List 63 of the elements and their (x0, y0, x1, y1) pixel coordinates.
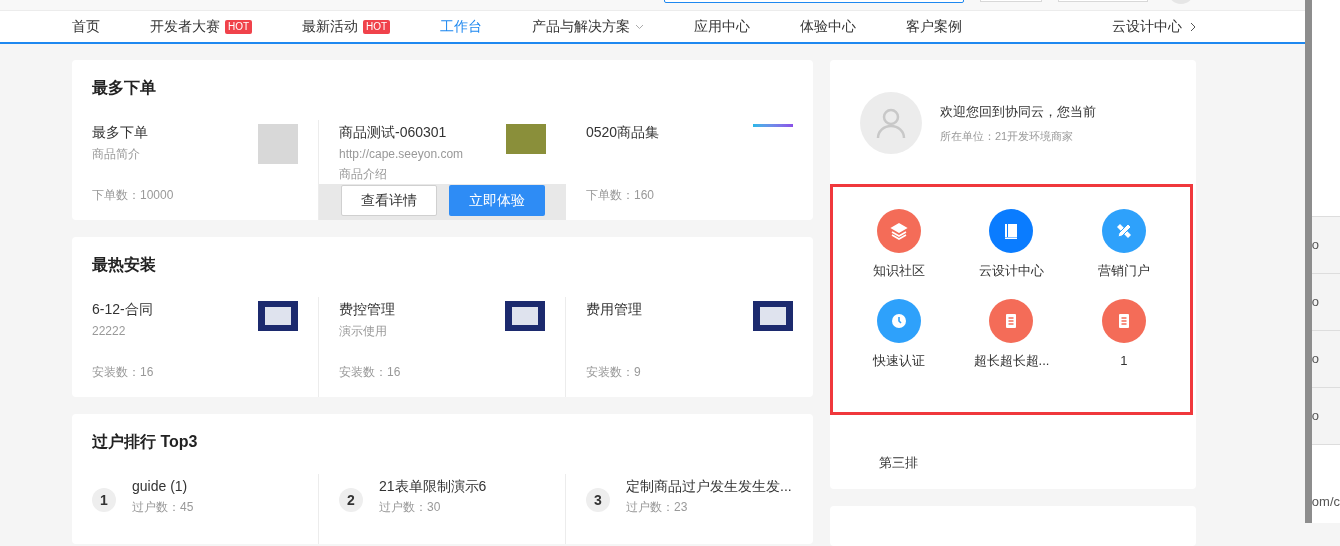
nav-link[interactable]: 应用中心 (694, 16, 751, 38)
item-count: 过户数：30 (379, 499, 442, 516)
quick-link[interactable]: 知识社区 (843, 209, 956, 281)
nav-link[interactable]: 工作台 (440, 16, 483, 38)
section-title: 过户排行 Top3 (91, 432, 199, 452)
item-url: http://cape.seeyon.com (339, 146, 465, 162)
hot-badge: HOT (363, 19, 391, 34)
quick-link[interactable]: 快速认证 (843, 298, 956, 370)
row-text: o (1311, 388, 1340, 445)
banner-thumbnail (753, 124, 793, 127)
layers-icon (889, 221, 910, 241)
item-title[interactable]: 21表单限制演示6 (379, 476, 545, 496)
item-title[interactable]: 定制商品过户发生发生发... (626, 476, 793, 496)
quick-link[interactable]: 云设计中心 (955, 209, 1068, 281)
item-count: 安装数：16 (339, 364, 402, 381)
nav-link[interactable]: 产品与解决方案 (532, 16, 645, 38)
nav-link[interactable]: 最新活动 HOT (302, 16, 391, 38)
item-title[interactable]: 商品测试-060301 (339, 122, 506, 142)
rank-number: 2 (339, 488, 363, 512)
section-title: 最多下单 (91, 78, 157, 98)
row-label: 第三排 (878, 454, 919, 472)
screenshot-thumbnail (505, 301, 545, 331)
item-count: 过户数：23 (626, 499, 689, 516)
rank-number: 3 (586, 488, 610, 512)
chevron-right-icon (1190, 21, 1196, 32)
item-count: 安装数：9 (586, 364, 642, 381)
row-text: o (1311, 331, 1340, 388)
item-description: 商品介绍 (339, 166, 388, 182)
rank-number: 1 (92, 488, 116, 512)
hot-badge: HOT (225, 19, 253, 34)
chevron-down-icon (635, 23, 645, 30)
item-count: 安装数：16 (92, 364, 155, 381)
nav-link[interactable]: 体验中心 (800, 16, 857, 38)
screenshot-thumbnail (258, 301, 298, 331)
row-text: o (1311, 217, 1340, 274)
item-title[interactable]: 6-12-合同 (92, 299, 258, 319)
nav-link[interactable]: 开发者大赛 HOT (150, 16, 253, 38)
quick-link[interactable]: 1 (1067, 298, 1180, 370)
item-count: 下单数：160 (586, 187, 656, 204)
screenshot-thumbnail (753, 301, 793, 331)
item-description: 演示使用 (339, 323, 388, 339)
image-placeholder (258, 124, 298, 164)
item-title[interactable]: 费控管理 (339, 299, 505, 319)
welcome-text: 欢迎您回到协同云，您当前 (940, 103, 1096, 121)
row-text: o (1311, 274, 1340, 331)
view-details-button[interactable]: 查看详情 (341, 185, 437, 216)
item-count: 过户数：45 (132, 499, 195, 516)
item-title[interactable]: 0520商品集 (586, 122, 753, 142)
item-title[interactable]: guide (1) (132, 476, 298, 496)
nav-link[interactable]: 首页 (72, 16, 100, 38)
item-description: 22222 (92, 323, 127, 339)
row-text: om/c (1311, 492, 1340, 511)
item-title[interactable]: 最多下单 (92, 122, 258, 142)
quick-link[interactable]: 超长超长超... (955, 298, 1068, 370)
quick-link[interactable]: 营销门户 (1067, 209, 1180, 281)
item-count: 下单数：10000 (92, 187, 175, 204)
item-title[interactable]: 费用管理 (586, 299, 753, 319)
nav-link[interactable]: 客户案例 (906, 16, 963, 38)
section-title: 最热安装 (91, 255, 157, 275)
photo-placeholder (506, 124, 546, 154)
item-description: 商品简介 (92, 146, 141, 162)
unit-text: 所在单位：21开发环境商家 (940, 128, 1075, 144)
nav-link[interactable]: 云设计中心 (1112, 16, 1196, 38)
